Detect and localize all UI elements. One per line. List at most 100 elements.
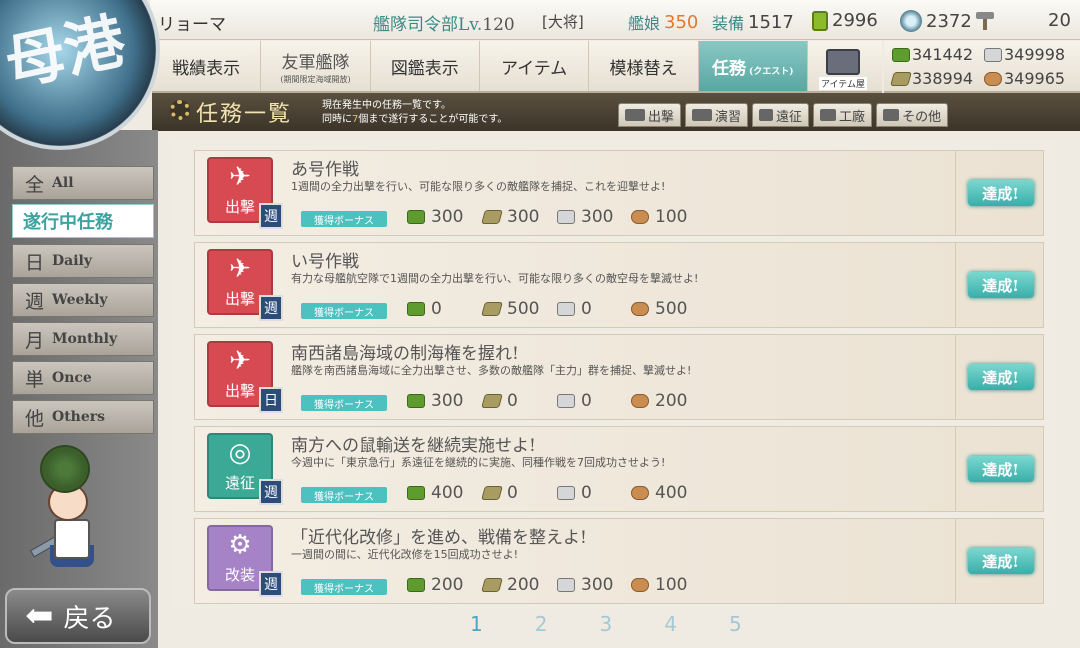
- page-4[interactable]: 4: [664, 612, 677, 636]
- reward-bauxite: 500: [631, 299, 687, 319]
- reward-value: 200: [507, 575, 540, 595]
- reward-value: 0: [581, 483, 592, 503]
- nav-label: 戦績表示: [172, 58, 241, 79]
- quest-card[interactable]: ✈ 出撃 週 い号作戦 有力な母艦航空隊で1週間の全力出撃を行い、可能な限り多くの…: [194, 242, 1044, 328]
- hq-label: 艦隊司令部Lv.: [373, 15, 483, 35]
- complete-badge[interactable]: 達成!: [967, 272, 1034, 298]
- quest-status: 達成!: [955, 427, 1045, 511]
- gear-icon: [170, 100, 190, 120]
- filter-daily[interactable]: 日 Daily: [12, 244, 154, 278]
- quest-status: 達成!: [955, 151, 1045, 235]
- quest-frequency-tag: 週: [259, 295, 283, 321]
- nav-furniture[interactable]: 模様替え: [589, 41, 699, 91]
- reward-steel: 300: [557, 207, 613, 227]
- reward-value: 200: [431, 575, 464, 595]
- quest-card[interactable]: ✈ 出撃 週 あ号作戦 1週間の全力出撃を行い、可能な限り多くの敵艦隊を捕捉、これ…: [194, 150, 1044, 236]
- reward-value: 500: [655, 299, 688, 319]
- tab-label: その他: [902, 109, 942, 125]
- filter-en: Daily: [52, 253, 92, 269]
- filter-in-progress[interactable]: 遂行中任務: [12, 204, 154, 238]
- steel-icon: [557, 394, 575, 408]
- reward-value: 0: [507, 483, 518, 503]
- tab-label: 演習: [715, 109, 742, 125]
- quest-frequency-tag: 週: [259, 203, 283, 229]
- bauxite-icon: [631, 486, 649, 500]
- ships-label: 艦娘: [628, 14, 661, 33]
- admiral-name: リョーマ: [158, 15, 226, 35]
- quest-type-label: 改装: [224, 566, 255, 584]
- complete-badge[interactable]: 達成!: [967, 456, 1034, 482]
- filter-once[interactable]: 単 Once: [12, 361, 154, 395]
- nav-quests[interactable]: 任務 (クエスト): [698, 41, 808, 91]
- reward-fuel: 200: [407, 575, 463, 595]
- quest-title: 南西諸島海域の制海権を握れ!: [291, 344, 519, 364]
- port-badge-text: 母港: [0, 6, 132, 100]
- tab-sortie[interactable]: 出撃: [618, 103, 682, 127]
- nav-label: 任務: [712, 58, 747, 79]
- filter-kanji: 他: [25, 407, 45, 430]
- reward-ammo: 500: [481, 299, 539, 319]
- ammo-resource: 338994: [890, 69, 973, 88]
- filter-en: All: [52, 175, 74, 191]
- nav-items[interactable]: アイテム: [480, 41, 590, 91]
- quest-card[interactable]: ⚙ 改装 週 「近代化改修」を進め、戦備を整えよ! 一週間の間に、近代化改修を15…: [194, 518, 1044, 604]
- quest-title: 南方への鼠輸送を継続実施せよ!: [291, 436, 536, 456]
- bonus-label: 獲得ボーナス: [301, 579, 387, 595]
- quest-description: 有力な母艦航空隊で1週間の全力出撃を行い、可能な限り多くの敵空母を撃滅せよ!: [291, 272, 699, 285]
- ship-icon: [625, 109, 645, 121]
- ammo-icon: [481, 210, 503, 224]
- quest-description: 一週間の間に、近代化改修を15回成功させよ!: [291, 548, 519, 561]
- quest-status: 達成!: [955, 335, 1045, 419]
- bauxite-icon: [631, 302, 649, 316]
- nav-encyclopedia[interactable]: 図鑑表示: [371, 41, 480, 91]
- resource-panel: 341442 349998 338994 349965: [884, 41, 1080, 93]
- nav-friend-fleet[interactable]: 友軍艦隊 (期間限定海域開放): [261, 41, 371, 91]
- development-material-icon: [900, 10, 922, 32]
- gear-icon: ⚙: [228, 530, 252, 560]
- fuel-icon: [407, 486, 425, 500]
- reward-steel: 0: [557, 391, 592, 411]
- tab-expedition[interactable]: 遠征: [752, 103, 810, 127]
- tab-exercise[interactable]: 演習: [685, 103, 749, 127]
- filter-all[interactable]: 全 All: [12, 166, 154, 200]
- tab-label: 出撃: [648, 109, 675, 125]
- page-3[interactable]: 3: [599, 612, 612, 636]
- tab-other[interactable]: その他: [876, 103, 949, 127]
- ship-count: 艦娘 350: [628, 10, 698, 34]
- plane-icon: ✈: [229, 346, 251, 376]
- reward-value: 0: [431, 299, 442, 319]
- filter-weekly[interactable]: 週 Weekly: [12, 283, 154, 317]
- complete-badge[interactable]: 達成!: [967, 364, 1034, 390]
- reward-value: 400: [431, 483, 464, 503]
- steel-icon: [557, 210, 575, 224]
- page-1[interactable]: 1: [470, 612, 483, 636]
- nav-record[interactable]: 戦績表示: [152, 41, 262, 91]
- filter-en: Monthly: [52, 331, 118, 347]
- item-shop-button[interactable]: アイテム屋: [806, 41, 880, 93]
- repair-bucket-icon: [812, 10, 828, 31]
- page-5[interactable]: 5: [729, 612, 742, 636]
- reward-fuel: 0: [407, 299, 442, 319]
- filter-kanji: 週: [25, 290, 45, 313]
- quest-card[interactable]: ◎ 遠征 週 南方への鼠輸送を継続実施せよ! 今週中に「東京急行」系遠征を継続的に…: [194, 426, 1044, 512]
- filter-others[interactable]: 他 Others: [12, 400, 154, 434]
- wrench-icon: [820, 109, 837, 121]
- port-badge[interactable]: 母港: [0, 0, 160, 150]
- quest-type-label: 出撃: [224, 198, 255, 216]
- hammer-icon: [975, 12, 994, 30]
- steel-icon: [557, 578, 575, 592]
- quest-card[interactable]: ✈ 出撃 日 南西諸島海域の制海権を握れ! 艦隊を南西諸島海域に全力出撃させ、多数…: [194, 334, 1044, 420]
- reward-value: 0: [507, 391, 518, 411]
- complete-badge[interactable]: 達成!: [967, 180, 1034, 206]
- back-label: 戻る: [63, 603, 116, 634]
- quest-frequency-tag: 週: [259, 571, 283, 597]
- back-button[interactable]: ⬅ 戻る: [5, 588, 151, 644]
- complete-badge[interactable]: 達成!: [967, 548, 1034, 574]
- hq-level-value: 120: [482, 15, 515, 35]
- filter-monthly[interactable]: 月 Monthly: [12, 322, 154, 356]
- bauxite-icon: [984, 71, 1002, 86]
- tab-arsenal[interactable]: 工廠: [813, 103, 873, 127]
- page-2[interactable]: 2: [535, 612, 548, 636]
- filter-en: Once: [52, 370, 92, 386]
- bonus-label: 獲得ボーナス: [301, 303, 387, 319]
